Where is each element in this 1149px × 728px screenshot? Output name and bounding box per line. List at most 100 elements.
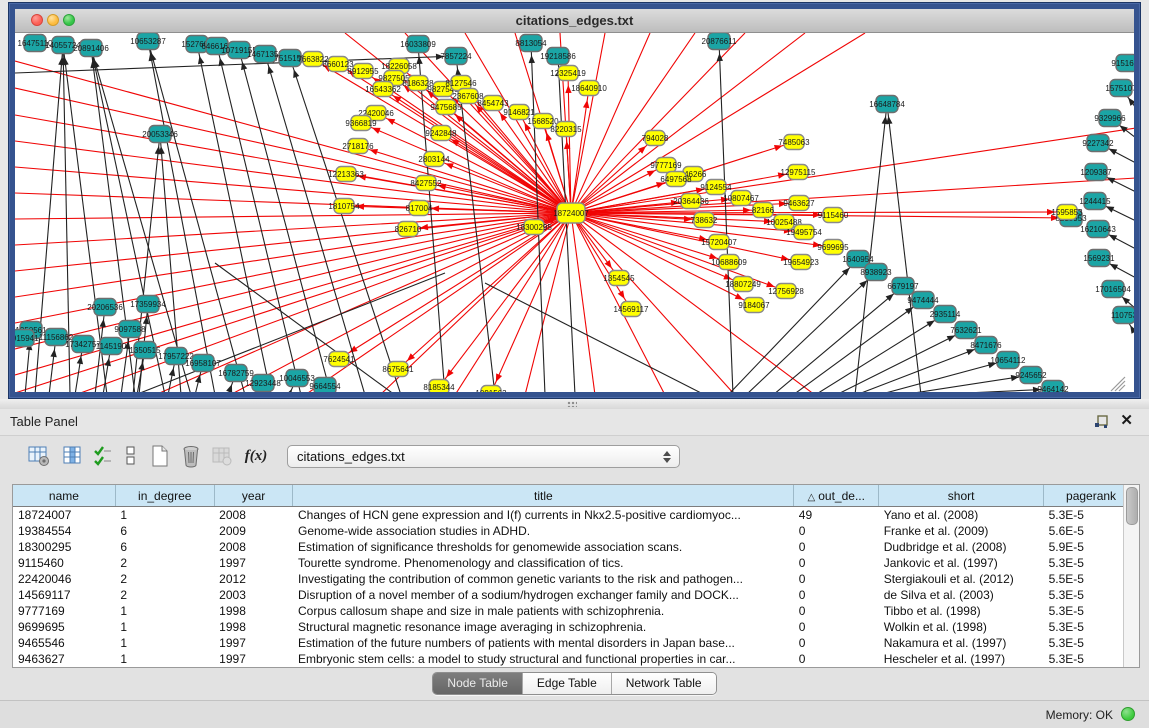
graph-node[interactable]: 9097588 [114, 321, 146, 338]
function-builder-button[interactable]: f(x) [243, 443, 269, 469]
float-panel-icon[interactable] [1093, 414, 1109, 430]
table-cell[interactable]: 1997 [214, 651, 293, 667]
close-panel-icon[interactable]: ✕ [1120, 412, 1133, 430]
graph-node[interactable]: 10688609 [711, 255, 747, 270]
graph-node[interactable]: 8938923 [860, 264, 892, 281]
resize-handle-icon[interactable] [1111, 377, 1125, 391]
graph-node[interactable]: 16648784 [869, 96, 905, 113]
column-header-short[interactable]: short [879, 485, 1044, 507]
table-cell[interactable]: 2 [115, 555, 214, 571]
graph-node[interactable]: 9242848 [425, 126, 457, 141]
column-header-name[interactable]: name [13, 485, 115, 507]
graph-node[interactable]: 7485063 [778, 135, 810, 150]
graph-node[interactable]: 1575107 [1105, 80, 1134, 97]
graph-node[interactable]: 9474444 [907, 292, 939, 309]
table-row[interactable]: 2242004622012Investigating the contribut… [13, 571, 1139, 587]
graph-node[interactable]: 14569117 [614, 302, 650, 317]
graph-node[interactable]: 738632 [691, 213, 718, 228]
table-row[interactable]: 977716911998Corpus callosum shape and si… [13, 603, 1139, 619]
graph-node[interactable]: 19218586 [540, 48, 576, 65]
table-row[interactable]: 946362711997Embryonic stem cells: a mode… [13, 651, 1139, 667]
graph-node[interactable]: 2803144 [418, 152, 450, 167]
network-canvas[interactable]: 1647511014055724208914061065328715276026… [15, 33, 1134, 392]
graph-node[interactable]: 1145190 [96, 338, 127, 355]
graph-node[interactable]: 1091563 [475, 386, 507, 393]
graph-node[interactable]: 82166 [752, 203, 775, 218]
graph-node[interactable]: 794028 [642, 131, 669, 146]
table-cell[interactable]: 0 [794, 555, 879, 571]
table-cell[interactable]: Franke et al. (2009) [879, 523, 1044, 539]
table-cell[interactable]: 22420046 [13, 571, 115, 587]
selection-mode-button[interactable] [90, 443, 116, 469]
table-cell[interactable]: Yano et al. (2008) [879, 507, 1044, 524]
table-cell[interactable]: Tourette syndrome. Phenomenology and cla… [293, 555, 794, 571]
tab-edge-table[interactable]: Edge Table [522, 673, 611, 694]
graph-node[interactable]: 2935114 [930, 306, 961, 323]
graph-node[interactable]: 9464142 [1037, 381, 1069, 393]
network-window-titlebar[interactable]: citations_edges.txt [15, 9, 1134, 33]
table-cell[interactable]: Nakamura et al. (1997) [879, 635, 1044, 651]
table-row[interactable]: 1872400712008Changes of HCN gene express… [13, 507, 1139, 524]
window-zoom-button[interactable] [63, 14, 75, 26]
table-cell[interactable]: 0 [794, 635, 879, 651]
table-cell[interactable]: Investigating the contribution of common… [293, 571, 794, 587]
row-height-button[interactable] [118, 443, 144, 469]
graph-node[interactable]: 9664554 [309, 378, 341, 393]
network-view-window[interactable]: citations_edges.txt 16475110140557242089… [8, 2, 1141, 399]
graph-node[interactable]: 8185344 [423, 380, 455, 393]
table-cell[interactable]: Stergiakouli et al. (2012) [879, 571, 1044, 587]
table-cell[interactable]: 2008 [214, 507, 293, 524]
table-cell[interactable]: 9777169 [13, 603, 115, 619]
hub-node[interactable]: 18724007 [553, 203, 589, 223]
delete-column-button[interactable] [178, 443, 204, 469]
table-cell[interactable]: 2003 [214, 587, 293, 603]
table-cell[interactable]: Estimation of the future numbers of pati… [293, 635, 794, 651]
column-header-out-de-[interactable]: △out_de... [794, 485, 879, 507]
graph-node[interactable]: 7857224 [440, 48, 472, 65]
table-cell[interactable]: 2012 [214, 571, 293, 587]
table-cell[interactable]: 9115460 [13, 555, 115, 571]
graph-node[interactable]: 817004 [406, 201, 433, 216]
table-cell[interactable]: 1 [115, 507, 214, 524]
citation-network-graph[interactable]: 1647511014055724208914061065328715276026… [15, 33, 1134, 392]
graph-node[interactable]: 8813054 [515, 35, 547, 52]
table-cell[interactable]: 0 [794, 603, 879, 619]
table-cell[interactable]: 0 [794, 651, 879, 667]
table-row[interactable]: 911546021997Tourette syndrome. Phenomeno… [13, 555, 1139, 571]
table-cell[interactable]: 0 [794, 571, 879, 587]
graph-node[interactable]: 7632621 [950, 322, 982, 339]
table-cell[interactable]: Estimation of significance thresholds fo… [293, 539, 794, 555]
table-cell[interactable]: 1998 [214, 619, 293, 635]
graph-node[interactable]: 17359934 [130, 296, 166, 313]
table-row[interactable]: 1456911722003Disruption of a novel membe… [13, 587, 1139, 603]
table-cell[interactable]: 0 [794, 539, 879, 555]
table-cell[interactable]: 0 [794, 619, 879, 635]
table-cell[interactable]: 2 [115, 587, 214, 603]
table-cell[interactable]: 18300295 [13, 539, 115, 555]
table-cell[interactable]: 1 [115, 635, 214, 651]
table-cell[interactable]: Embryonic stem cells: a model to study s… [293, 651, 794, 667]
window-close-button[interactable] [31, 14, 43, 26]
graph-node[interactable]: 9124554 [700, 180, 732, 195]
table-row[interactable]: 1830029562008Estimation of significance … [13, 539, 1139, 555]
table-cell[interactable]: Wolkin et al. (1998) [879, 619, 1044, 635]
window-minimize-button[interactable] [47, 14, 59, 26]
divider-grippy-handle[interactable] [567, 401, 577, 407]
table-cell[interactable]: 1 [115, 619, 214, 635]
column-header-year[interactable]: year [214, 485, 293, 507]
table-cell[interactable]: 1997 [214, 555, 293, 571]
graph-node[interactable]: 19654923 [783, 255, 819, 270]
graph-node[interactable]: 9329966 [1094, 110, 1126, 127]
table-cell[interactable]: 2008 [214, 539, 293, 555]
table-cell[interactable]: Jankovic et al. (1997) [879, 555, 1044, 571]
graph-node[interactable]: 10654112 [991, 352, 1027, 369]
table-cell[interactable]: 1998 [214, 603, 293, 619]
table-cell[interactable]: 9465546 [13, 635, 115, 651]
graph-node[interactable]: 18640910 [571, 81, 607, 96]
table-mode-button[interactable] [26, 443, 52, 469]
graph-node[interactable]: 12325419 [550, 66, 586, 81]
show-columns-button[interactable] [60, 443, 86, 469]
table-row[interactable]: 1938455462009Genome-wide association stu… [13, 523, 1139, 539]
table-cell[interactable]: 2009 [214, 523, 293, 539]
table-cell[interactable]: 1 [115, 603, 214, 619]
